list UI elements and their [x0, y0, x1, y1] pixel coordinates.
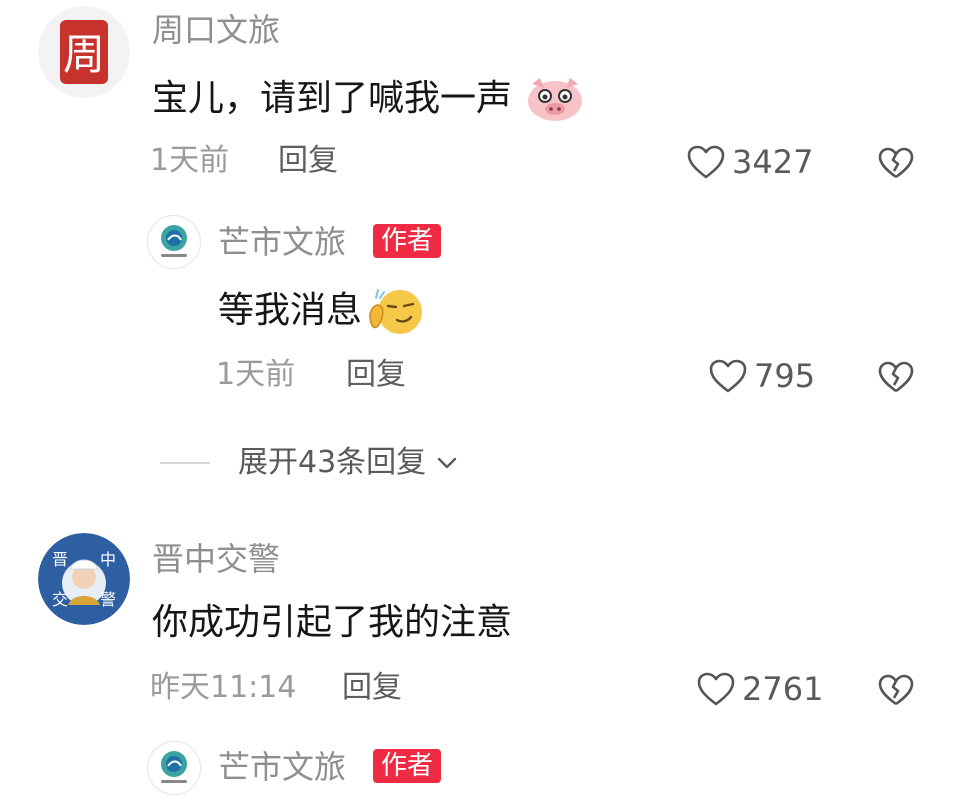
like-count: 3427	[732, 143, 814, 181]
like-button[interactable]: 3427	[686, 144, 813, 180]
reply-button[interactable]: 回复	[346, 360, 406, 390]
svg-text:晋: 晋	[52, 550, 68, 569]
expand-replies-label: 展开43条回复	[238, 445, 427, 480]
like-button[interactable]: 2761	[696, 671, 823, 707]
dislike-button[interactable]	[877, 673, 915, 707]
reply-text: 等我消息	[218, 286, 424, 336]
comment-time: 昨天11:14	[150, 670, 297, 705]
pig-face-emoji	[526, 76, 584, 122]
divider	[160, 462, 210, 464]
heart-icon	[687, 145, 725, 179]
svg-text:交: 交	[52, 590, 68, 609]
svg-text:中: 中	[100, 550, 116, 569]
zhoukou-seal-avatar-icon: 周	[38, 6, 130, 98]
reply-button[interactable]: 回复	[342, 673, 402, 703]
like-button[interactable]: 795	[708, 358, 815, 394]
avatar[interactable]	[147, 215, 201, 269]
like-count: 795	[754, 357, 816, 395]
expand-replies-button[interactable]: 展开43条回复	[160, 448, 458, 478]
mangshi-peacock-logo-icon	[161, 751, 187, 783]
comment-text: 你成功引起了我的注意	[152, 602, 513, 643]
author-badge: 作者	[373, 749, 442, 783]
comment-username[interactable]: 晋中交警	[152, 543, 280, 575]
reply-username[interactable]: 芒市文旅	[218, 751, 346, 783]
dislike-button[interactable]	[877, 360, 915, 394]
broken-heart-icon	[878, 361, 914, 393]
jinzhong-police-avatar-icon: 晋 中 交 警	[38, 533, 130, 625]
chevron-down-icon	[437, 457, 457, 469]
avatar[interactable]: 周	[38, 6, 130, 98]
heart-icon	[697, 672, 735, 706]
smirk-thinking-emoji	[364, 286, 424, 336]
reply-time: 1天前	[216, 357, 296, 392]
mangshi-peacock-logo-icon	[161, 225, 187, 257]
dislike-button[interactable]	[877, 146, 915, 180]
comment-text: 宝儿，请到了喊我一声	[152, 76, 584, 122]
like-count: 2761	[742, 670, 824, 708]
author-badge: 作者	[373, 224, 442, 258]
reply-button[interactable]: 回复	[278, 146, 338, 176]
reply-username[interactable]: 芒市文旅	[218, 226, 346, 258]
avatar[interactable]: 晋 中 交 警	[38, 533, 130, 625]
comment-username[interactable]: 周口文旅	[152, 14, 280, 46]
svg-text:警: 警	[100, 590, 116, 609]
broken-heart-icon	[878, 674, 914, 706]
avatar[interactable]	[147, 741, 201, 795]
svg-text:周: 周	[63, 30, 105, 79]
broken-heart-icon	[878, 147, 914, 179]
heart-icon	[709, 359, 747, 393]
comment-time: 1天前	[150, 143, 230, 178]
